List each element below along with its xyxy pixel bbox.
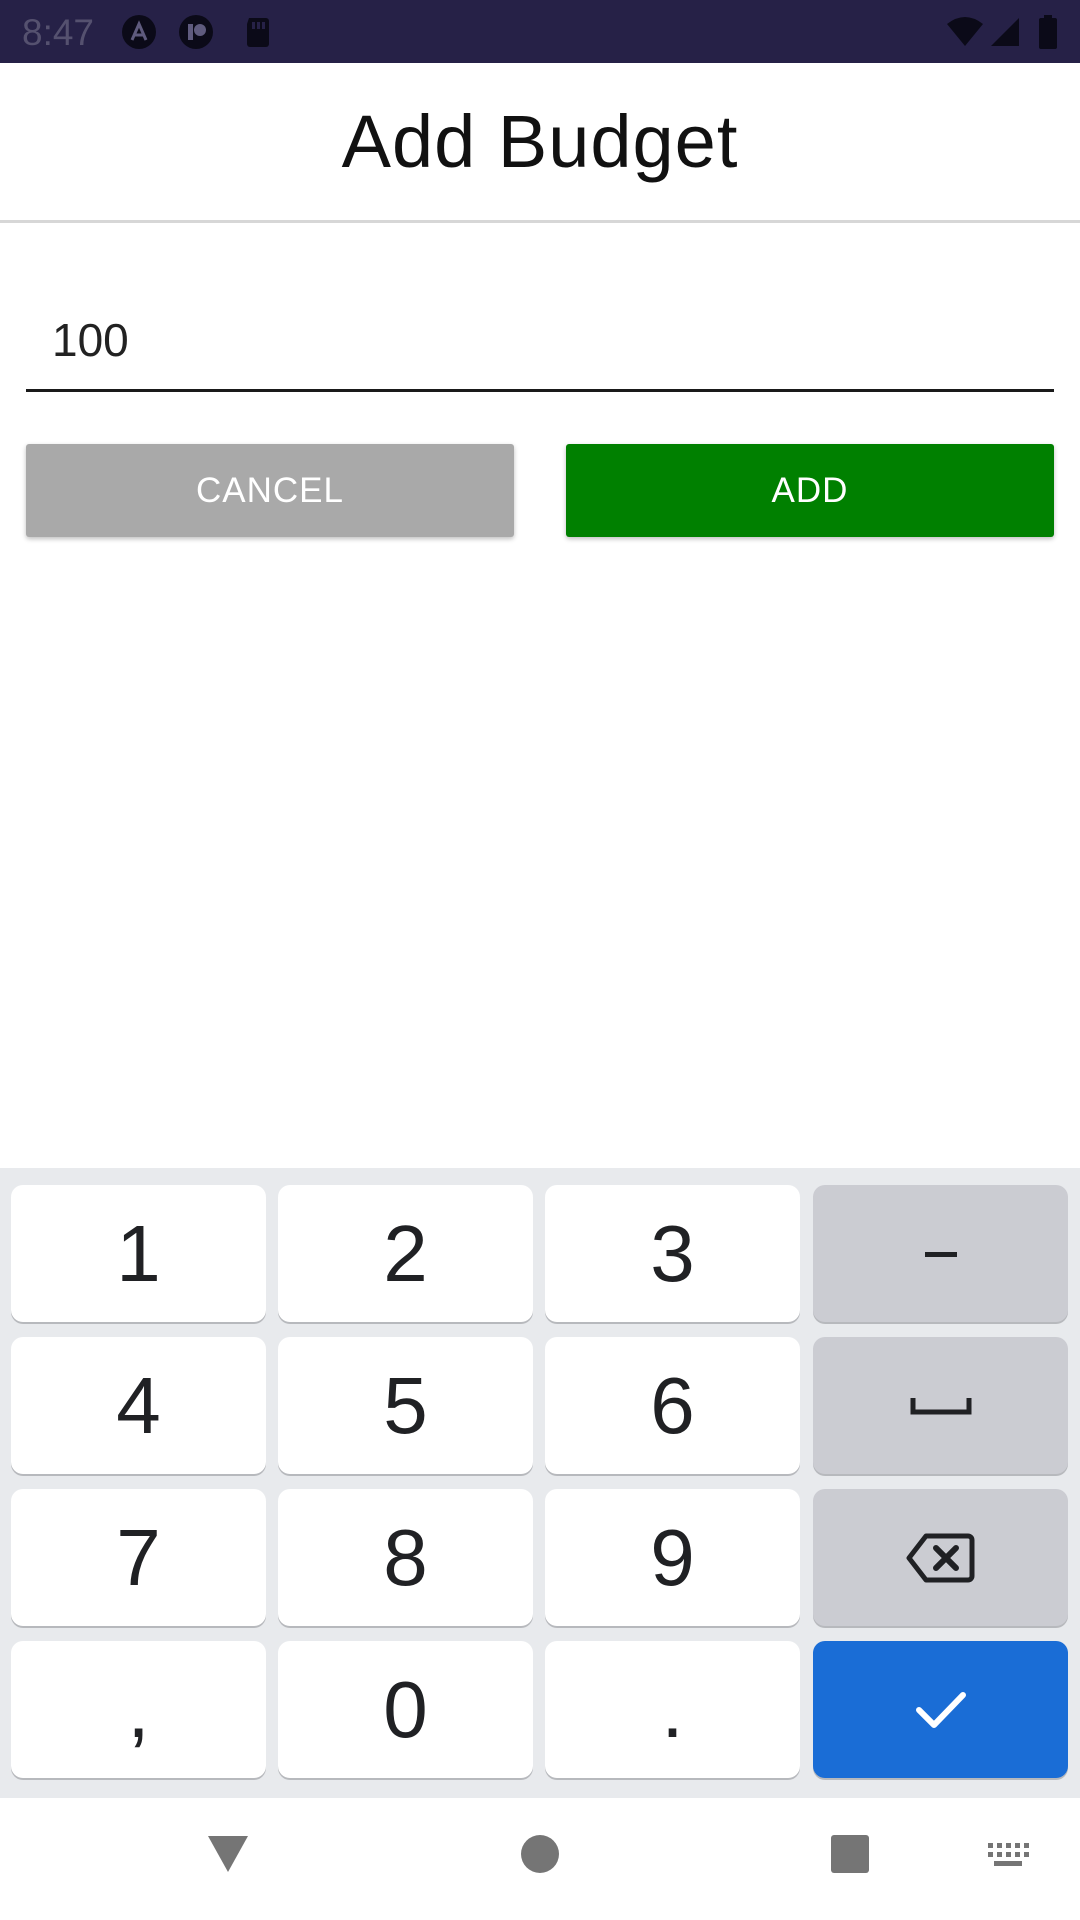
budget-amount-input[interactable] bbox=[26, 280, 1054, 392]
home-icon[interactable] bbox=[520, 1834, 560, 1874]
space-icon bbox=[910, 1397, 971, 1414]
key-8[interactable]: 8 bbox=[278, 1489, 533, 1626]
recents-icon[interactable] bbox=[830, 1834, 870, 1874]
app-r-icon bbox=[179, 15, 213, 49]
key-0[interactable]: 0 bbox=[278, 1641, 533, 1778]
key-period[interactable]: . bbox=[545, 1641, 800, 1778]
key-5[interactable]: 5 bbox=[278, 1337, 533, 1474]
key-minus[interactable] bbox=[813, 1185, 1068, 1322]
key-7[interactable]: 7 bbox=[11, 1489, 266, 1626]
key-2[interactable]: 2 bbox=[278, 1185, 533, 1322]
key-1[interactable]: 1 bbox=[11, 1185, 266, 1322]
key-enter[interactable] bbox=[813, 1641, 1068, 1778]
key-backspace[interactable] bbox=[813, 1489, 1068, 1626]
battery-icon bbox=[1039, 15, 1057, 49]
key-space[interactable] bbox=[813, 1337, 1068, 1474]
backspace-icon bbox=[906, 1533, 974, 1582]
numeric-keyboard: 1 2 3 4 5 6 7 8 9 , 0 . bbox=[0, 1168, 1080, 1798]
app-header: Add Budget bbox=[0, 63, 1080, 223]
add-button[interactable]: ADD bbox=[566, 444, 1054, 537]
key-6[interactable]: 6 bbox=[545, 1337, 800, 1474]
navigation-bar bbox=[0, 1798, 1080, 1920]
page-title: Add Budget bbox=[341, 100, 739, 183]
key-4[interactable]: 4 bbox=[11, 1337, 266, 1474]
back-icon[interactable] bbox=[206, 1834, 250, 1874]
checkmark-icon bbox=[915, 1691, 966, 1728]
app-a-icon bbox=[122, 15, 156, 49]
key-3[interactable]: 3 bbox=[545, 1185, 800, 1322]
signal-icon bbox=[991, 18, 1019, 46]
minus-icon bbox=[924, 1251, 957, 1257]
status-bar: 8:47 bbox=[0, 0, 1080, 63]
key-comma[interactable]: , bbox=[11, 1641, 266, 1778]
cancel-button[interactable]: CANCEL bbox=[26, 444, 514, 537]
sd-card-icon bbox=[247, 18, 269, 47]
keyboard-switch-icon[interactable] bbox=[986, 1841, 1030, 1869]
key-9[interactable]: 9 bbox=[545, 1489, 800, 1626]
wifi-icon bbox=[947, 17, 983, 46]
status-time: 8:47 bbox=[22, 12, 95, 53]
